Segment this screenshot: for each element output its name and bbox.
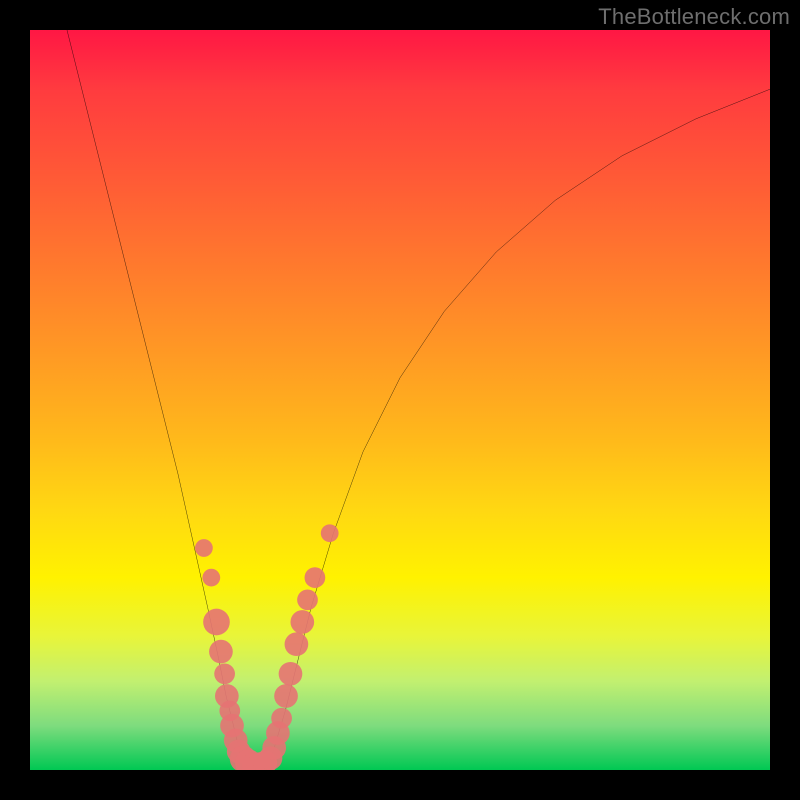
scatter-point bbox=[271, 708, 292, 729]
scatter-point bbox=[214, 663, 235, 684]
scatter-point bbox=[274, 684, 298, 708]
scatter-group bbox=[195, 524, 339, 770]
scatter-point bbox=[195, 539, 213, 557]
plot-area bbox=[30, 30, 770, 770]
scatter-point bbox=[297, 589, 318, 610]
scatter-point bbox=[203, 609, 230, 636]
chart-frame: TheBottleneck.com bbox=[0, 0, 800, 800]
watermark-text: TheBottleneck.com bbox=[598, 4, 790, 30]
scatter-point bbox=[290, 610, 314, 634]
scatter-point bbox=[285, 632, 309, 656]
scatter-point bbox=[321, 524, 339, 542]
chart-svg bbox=[30, 30, 770, 770]
scatter-point bbox=[305, 567, 326, 588]
curve-curve-right bbox=[267, 89, 770, 770]
scatter-point bbox=[279, 662, 303, 686]
curve-group bbox=[67, 30, 770, 770]
scatter-point bbox=[209, 640, 233, 664]
scatter-point bbox=[202, 569, 220, 587]
